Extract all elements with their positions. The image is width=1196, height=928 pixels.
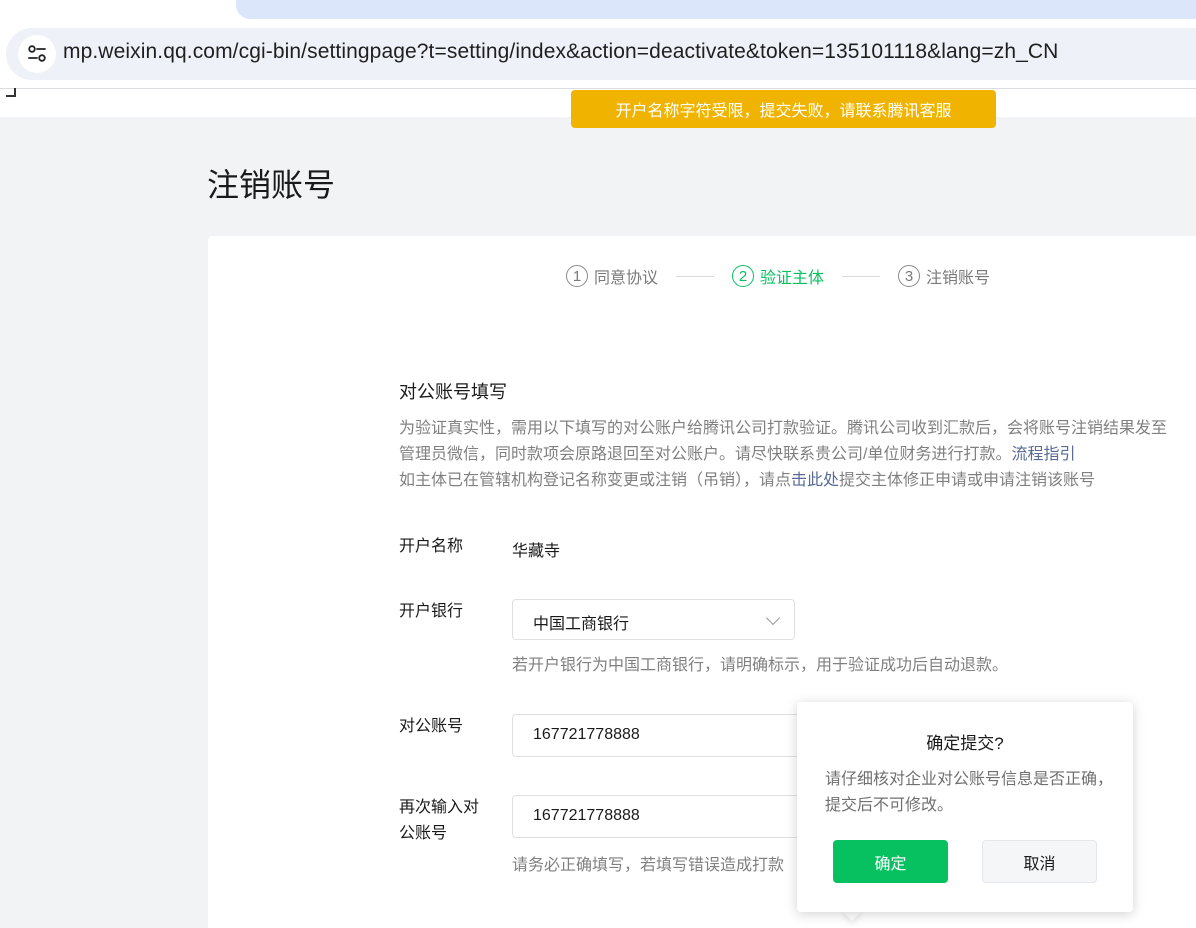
- section-description: 为验证真实性，需用以下填写的对公账户给腾讯公司打款验证。腾讯公司收到汇款后，会将…: [399, 416, 1169, 494]
- site-info-tune-icon[interactable]: [18, 35, 56, 73]
- step-number-3: 3: [898, 265, 921, 287]
- bank-select-value: 中国工商银行: [533, 616, 630, 633]
- step-number-1: 1: [566, 265, 588, 287]
- corner-bracket-icon: [6, 88, 16, 97]
- step-verify: 2 验证主体: [732, 264, 824, 288]
- confirm-hint: 请务必正确填写，若填写错误造成打款: [512, 857, 785, 874]
- click-here-link[interactable]: 击此处: [791, 472, 839, 489]
- error-toast: 开户名称字符受限，提交失败，请联系腾讯客服: [571, 90, 996, 128]
- popover-title: 确定提交?: [926, 734, 1004, 753]
- popover-body: 请仔细核对企业对公账号信息是否正确，提交后不可修改。: [825, 771, 1114, 814]
- step-number-2: 2: [732, 265, 755, 287]
- step-label: 同意协议: [594, 270, 659, 287]
- desc-text: 提交主体修正申请或申请注销该账号: [839, 472, 1096, 489]
- step-connector: [842, 275, 881, 277]
- step-connector: [676, 275, 715, 277]
- account-number-value: 167721778888: [533, 726, 640, 743]
- bank-label: 开户银行: [399, 603, 464, 620]
- desc-text: 如主体已在管辖机构登记名称变更或注销（吊销），请点: [399, 472, 792, 489]
- account-name-label: 开户名称: [399, 538, 464, 555]
- section-title: 对公账号填写: [399, 382, 507, 402]
- confirm-account-input[interactable]: 167721778888: [512, 795, 802, 838]
- chevron-down-icon: [765, 610, 781, 626]
- step-indicator: 1 同意协议 2 验证主体 3 注销账号: [566, 263, 990, 289]
- url-text[interactable]: mp.weixin.qq.com/cgi-bin/settingpage?t=s…: [63, 40, 1058, 64]
- account-number-input[interactable]: 167721778888: [512, 714, 802, 757]
- confirm-label-line2: 公账号: [399, 825, 448, 842]
- step-label: 验证主体: [760, 270, 825, 287]
- confirm-account-label: 再次输入对 公账号: [399, 795, 479, 847]
- step-label: 注销账号: [926, 270, 991, 287]
- account-number-label: 对公账号: [399, 718, 464, 735]
- tune-icon: [28, 45, 46, 62]
- confirm-label-line1: 再次输入对: [399, 799, 480, 816]
- cancel-button[interactable]: 取消: [982, 840, 1097, 883]
- process-guide-link[interactable]: 流程指引: [1011, 446, 1075, 463]
- address-bar[interactable]: mp.weixin.qq.com/cgi-bin/settingpage?t=s…: [6, 28, 1196, 80]
- confirm-button[interactable]: 确定: [833, 840, 948, 883]
- step-deactivate: 3 注销账号: [898, 264, 990, 288]
- page-title: 注销账号: [207, 167, 336, 203]
- confirm-popover: 确定提交? 请仔细核对企业对公账号信息是否正确，提交后不可修改。 确定 取消: [797, 702, 1133, 912]
- bank-hint: 若开户银行为中国工商银行，请明确标示，用于验证成功后自动退款。: [512, 657, 1009, 674]
- confirm-account-value: 167721778888: [533, 807, 640, 824]
- step-agree: 1 同意协议: [566, 264, 658, 288]
- browser-chrome: mp.weixin.qq.com/cgi-bin/settingpage?t=s…: [0, 0, 1196, 90]
- tab-strip: [236, 0, 1196, 19]
- account-name-value: 华藏寺: [512, 543, 561, 560]
- bank-select[interactable]: 中国工商银行: [512, 599, 795, 640]
